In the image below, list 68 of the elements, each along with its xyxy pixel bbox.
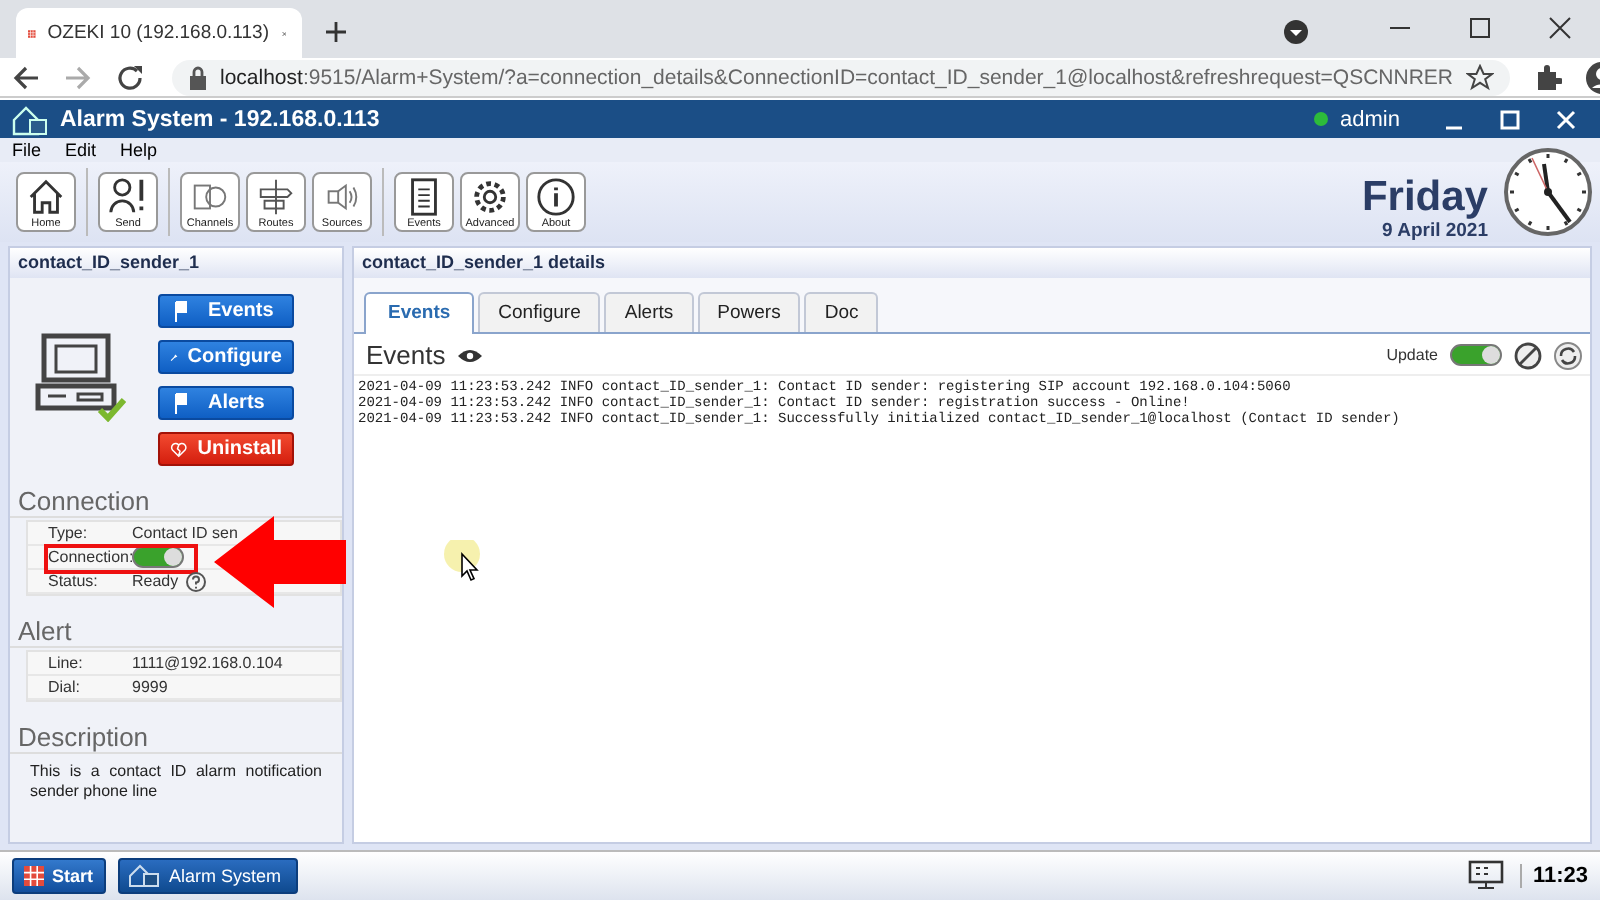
signpost-icon <box>254 176 298 218</box>
clock-time: 11:23 <box>1520 864 1588 888</box>
cursor-icon <box>440 540 484 584</box>
tab[interactable]: Events <box>364 292 475 334</box>
close-icon[interactable] <box>1548 16 1572 40</box>
tab[interactable]: Powers <box>697 292 801 332</box>
grid-icon <box>24 866 44 886</box>
window-title: Alarm System - 192.168.0.113 <box>60 107 380 131</box>
user-name[interactable]: admin <box>1340 107 1400 131</box>
block-icon[interactable] <box>1514 341 1542 369</box>
toggle-switch[interactable] <box>132 546 184 568</box>
field-value: 1111@192.168.0.104 <box>132 654 283 672</box>
tab[interactable]: Alerts <box>604 292 694 332</box>
field-value: Contact ID sen <box>132 524 238 542</box>
start-button[interactable]: Start <box>12 858 106 894</box>
reload-icon[interactable] <box>116 63 144 91</box>
tab-title: OZEKI 10 (192.168.0.113) <box>47 22 269 44</box>
arrow-icon <box>214 516 346 608</box>
field-label: Status: <box>46 572 100 590</box>
dropdown-icon[interactable] <box>1284 20 1308 44</box>
star-icon[interactable] <box>1465 63 1494 91</box>
clock-drawing <box>1504 148 1592 236</box>
help-icon[interactable] <box>186 571 207 591</box>
field-label: Connection: <box>46 548 132 566</box>
section-heading: Alert <box>10 616 342 648</box>
panel-title: contact_ID_sender_1 <box>10 248 342 278</box>
info-icon <box>534 176 578 218</box>
menu-item[interactable]: Help <box>120 140 158 160</box>
browser-tab[interactable]: OZEKI 10 (192.168.0.113) <box>16 8 302 58</box>
house-icon <box>24 176 68 218</box>
url-text: localhost:9515/Alarm+System/?a=connection_details&ConnectionID=contact_ID_sender_1@localhost&refreshrequest=QSCNNRER <box>220 65 1454 89</box>
gear-icon <box>468 176 512 218</box>
panel-title: contact_ID_sender_1 details <box>354 248 1590 278</box>
puzzle-icon[interactable] <box>1533 63 1562 91</box>
lock-icon <box>188 65 208 89</box>
tab[interactable]: Doc <box>804 292 879 332</box>
new-tab-icon[interactable] <box>326 22 346 42</box>
computer-check-icon <box>34 330 126 422</box>
field-value: 9999 <box>132 678 168 696</box>
field-label: Dial: <box>46 678 83 696</box>
menu-item[interactable]: Edit <box>65 140 97 160</box>
field-label: Line: <box>46 654 85 672</box>
section-heading: Events <box>366 340 446 370</box>
tab[interactable]: Configure <box>478 292 601 332</box>
description-text: This is a contact ID alarm notification sender phone line <box>28 760 324 804</box>
maximize-icon[interactable] <box>1468 16 1492 40</box>
field-value: Ready <box>132 572 179 590</box>
section-heading: Description <box>10 722 342 754</box>
refresh-icon[interactable] <box>1554 341 1582 369</box>
update-label: Update <box>1386 346 1438 364</box>
toggle-switch[interactable] <box>1450 344 1502 366</box>
house-icon <box>12 103 48 135</box>
status-dot <box>1314 112 1329 126</box>
menu-item[interactable]: File <box>12 140 42 160</box>
house-icon <box>127 864 160 888</box>
action-button[interactable]: Alerts <box>158 386 294 420</box>
day-label: Friday <box>1361 175 1488 219</box>
action-button[interactable]: Uninstall <box>158 432 294 466</box>
taskbar-app[interactable]: Alarm System <box>117 858 298 894</box>
monitor-icon[interactable] <box>1468 860 1505 892</box>
action-button[interactable]: Configure <box>158 340 294 374</box>
field-label: Type: <box>46 524 90 542</box>
section-heading: Connection <box>10 486 342 518</box>
eye-icon[interactable] <box>457 347 482 363</box>
date-label: 9 April 2021 <box>1380 219 1488 241</box>
action-button[interactable]: Events <box>158 294 294 328</box>
address-field[interactable]: localhost:9515/Alarm+System/?a=connection_details&ConnectionID=contact_ID_sender_1@localhost&refreshrequest=QSCNNRER <box>172 59 1510 95</box>
back-icon[interactable] <box>12 63 40 91</box>
